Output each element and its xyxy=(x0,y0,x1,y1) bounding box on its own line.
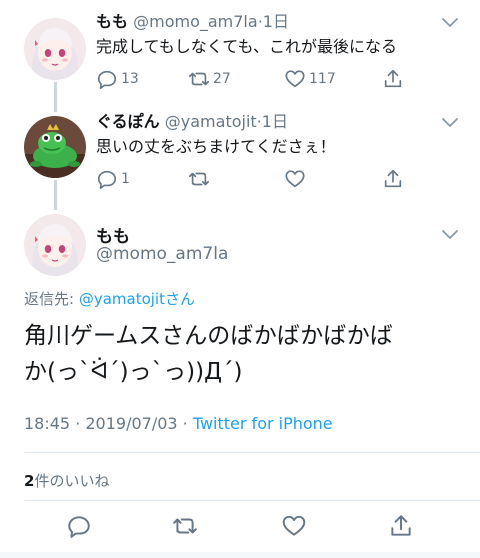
main-tweet-text: 角川ゲームスさんのばかばかばかば か(っ`ᐛ´)っ`っ))Д´) xyxy=(24,318,460,390)
share-button[interactable] xyxy=(382,167,404,191)
author-name[interactable]: ぐるぽん xyxy=(96,112,160,131)
tweet-meta: 18:45 · 2019/07/03 · Twitter for iPhone xyxy=(24,414,333,433)
tweet-time[interactable]: 1日 xyxy=(263,12,289,31)
reply-button[interactable] xyxy=(66,514,92,538)
like-count: 117 xyxy=(309,71,336,87)
main-tweet-text-line: か(っ`ᐛ´)っ`っ))Д´) xyxy=(24,359,243,385)
bottom-edge xyxy=(0,552,480,558)
reply-icon xyxy=(97,170,117,189)
tweet-timestamp: 18:45 · 2019/07/03 · xyxy=(24,414,193,433)
heart-icon xyxy=(285,70,305,88)
thread-connector-line xyxy=(54,180,57,210)
share-icon xyxy=(384,69,402,88)
chevron-down-icon[interactable] xyxy=(442,118,458,128)
author-handle[interactable]: @momo_am7la xyxy=(96,244,228,264)
like-button[interactable] xyxy=(281,514,307,538)
tweet-actions: 13 27 117 xyxy=(96,67,480,91)
share-icon xyxy=(391,515,411,536)
chevron-down-icon[interactable] xyxy=(442,18,458,28)
main-tweet-text-line: 角川ゲームスさんのばかばかばかば xyxy=(24,323,393,349)
like-button[interactable]: 117 xyxy=(284,67,336,91)
divider xyxy=(24,500,480,501)
tweet-header: ぐるぽん @yamatojit·1日 xyxy=(96,112,288,132)
tweet-text: 完成してもしなくても、これが最後になる xyxy=(96,37,397,56)
author-name[interactable]: もも xyxy=(96,12,128,31)
tweet-source-link[interactable]: Twitter for iPhone xyxy=(193,414,333,433)
avatar[interactable] xyxy=(24,214,86,276)
divider xyxy=(24,452,480,453)
avatar[interactable] xyxy=(24,18,86,80)
reply-to-line: 返信先: @yamatojitさん xyxy=(24,288,195,309)
reply-count: 13 xyxy=(121,71,139,87)
retweet-button[interactable] xyxy=(188,167,213,191)
reply-icon xyxy=(97,70,117,89)
tweet-header: もも @momo_am7la·1日 xyxy=(96,12,289,32)
likes-summary[interactable]: 2件のいいね xyxy=(24,470,109,491)
tweet-actions: 1 xyxy=(96,167,480,191)
reply-to-handle-link[interactable]: @yamatojit xyxy=(79,290,165,308)
heart-icon xyxy=(282,515,306,536)
likes-count: 2 xyxy=(24,472,35,490)
chevron-down-icon[interactable] xyxy=(442,230,458,240)
reply-button[interactable]: 13 xyxy=(96,67,139,91)
reply-icon xyxy=(68,516,90,538)
main-tweet-actions xyxy=(0,514,480,544)
reply-count: 1 xyxy=(121,171,130,187)
retweet-count: 27 xyxy=(213,71,231,87)
avatar[interactable] xyxy=(24,116,86,178)
retweet-icon xyxy=(189,172,209,186)
retweet-icon xyxy=(189,72,209,86)
tweet-time[interactable]: 1日 xyxy=(262,112,288,131)
like-button[interactable] xyxy=(284,167,309,191)
tweet-text: 思いの丈をぶちまけてくださぇ！ xyxy=(96,137,336,156)
reply-suffix: さん xyxy=(164,290,195,308)
share-button[interactable] xyxy=(382,67,404,91)
retweet-icon xyxy=(173,518,197,534)
heart-icon xyxy=(285,170,305,188)
likes-label: 件のいいね xyxy=(34,472,110,490)
share-button[interactable] xyxy=(388,514,414,538)
reply-button[interactable]: 1 xyxy=(96,167,130,191)
share-icon xyxy=(384,169,402,188)
retweet-button[interactable]: 27 xyxy=(188,67,231,91)
reply-prefix: 返信先: xyxy=(24,290,79,308)
retweet-button[interactable] xyxy=(172,514,198,538)
author-handle[interactable]: @momo_am7la xyxy=(133,12,258,31)
thread-connector-line xyxy=(54,82,57,112)
author-handle[interactable]: @yamatojit xyxy=(165,112,257,131)
